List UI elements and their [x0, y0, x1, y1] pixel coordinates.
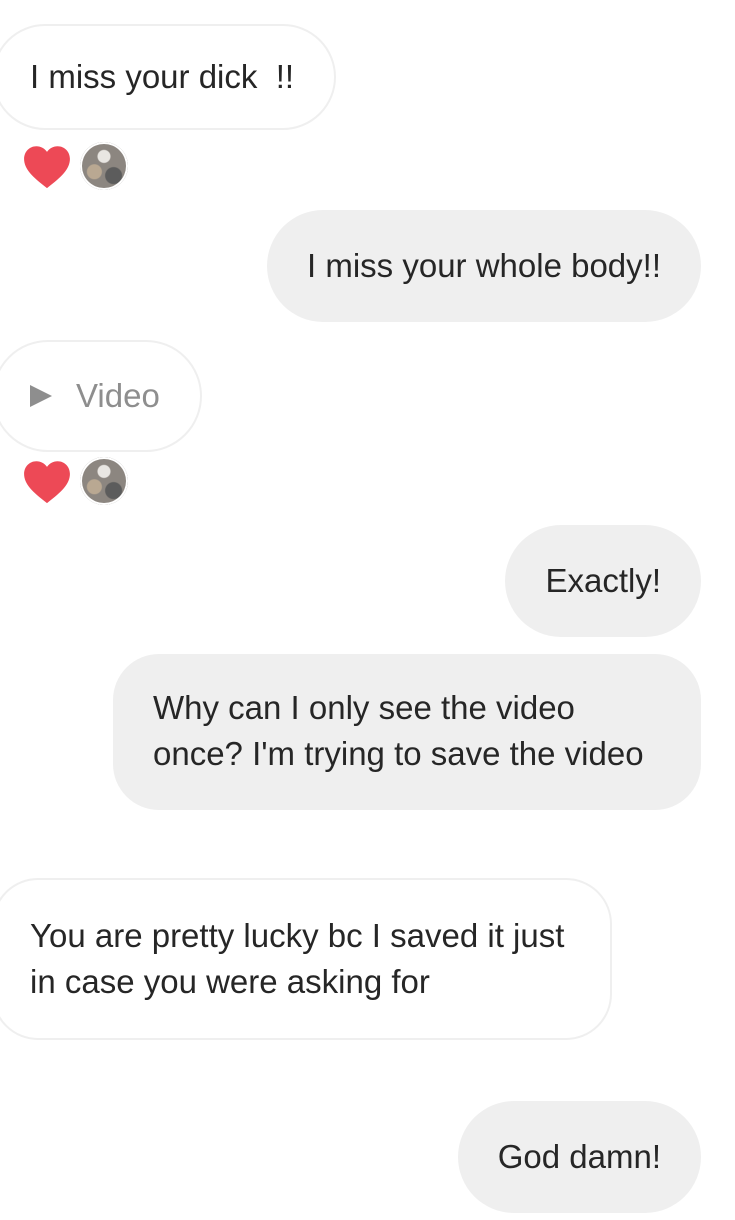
avatar[interactable] [80, 142, 128, 190]
message-text: Why can I only see the video once? I'm t… [153, 689, 644, 772]
message-bubble-incoming[interactable]: You are pretty lucky bc I saved it just … [0, 878, 612, 1040]
message-reactions[interactable] [22, 142, 128, 190]
message-text: I miss your dick !! [30, 58, 295, 95]
message-text: I miss your whole body!! [307, 247, 661, 284]
video-message-bubble[interactable]: Video [0, 340, 202, 452]
message-bubble-outgoing[interactable]: God damn! [457, 1101, 701, 1213]
message-bubble-outgoing[interactable]: Exactly! [505, 525, 701, 637]
message-text: God damn! [497, 1138, 661, 1175]
avatar[interactable] [80, 457, 128, 505]
video-attachment[interactable]: Video [30, 373, 160, 419]
video-label: Video [76, 377, 160, 414]
message-bubble-incoming[interactable]: I miss your dick !! [0, 24, 337, 130]
message-reactions[interactable] [22, 457, 128, 505]
heart-icon [24, 146, 70, 189]
message-text: Exactly! [545, 562, 661, 599]
message-text: You are pretty lucky bc I saved it just … [30, 917, 565, 1000]
play-icon [30, 385, 52, 407]
message-bubble-outgoing[interactable]: I miss your whole body!! [267, 210, 701, 322]
message-bubble-outgoing[interactable]: Why can I only see the video once? I'm t… [113, 654, 701, 810]
heart-icon [24, 461, 70, 504]
